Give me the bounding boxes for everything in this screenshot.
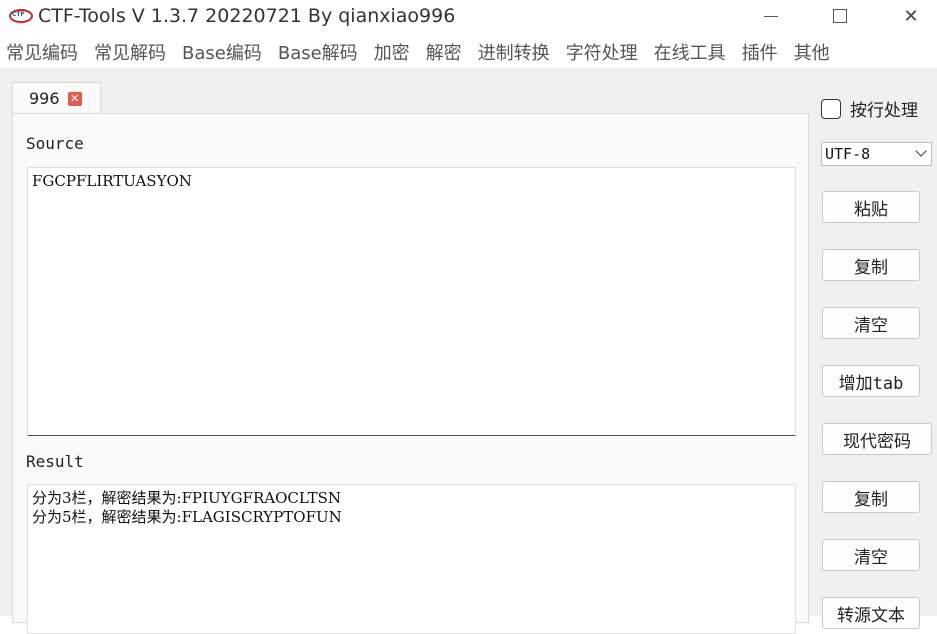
menu-string-process[interactable]: 字符处理 <box>566 39 638 65</box>
clear-source-button[interactable]: 清空 <box>822 307 920 339</box>
tab-label: 996 <box>29 89 60 108</box>
tab-panel: Source FGCPFLIRTUASYON Result 分为3栏，解密结果为… <box>12 113 809 634</box>
minimize-button[interactable] <box>748 0 794 32</box>
maximize-icon <box>833 9 847 23</box>
menu-online-tools[interactable]: 在线工具 <box>654 39 726 65</box>
result-textarea[interactable]: 分为3栏，解密结果为:FPIUYGFRAOCLTSN 分为5栏，解密结果为:FL… <box>27 484 796 634</box>
title-bar: CTF-Tools V 1.3.7 20220721 By qianxiao99… <box>0 0 937 34</box>
source-label: Source <box>26 134 84 153</box>
encoding-value: UTF-8 <box>825 145 871 163</box>
line-mode-option[interactable]: 按行处理 <box>821 96 918 121</box>
menu-base-encode[interactable]: Base编码 <box>182 39 262 65</box>
menu-encrypt[interactable]: 加密 <box>374 39 410 65</box>
action-sidebar: 按行处理 UTF-8 粘贴 复制 清空 增加tab 现代密码 复制 清空 转源文… <box>810 68 937 629</box>
menu-common-encode[interactable]: 常见编码 <box>6 39 78 65</box>
tab-996[interactable]: 996 ✕ <box>12 82 101 114</box>
window-title: CTF-Tools V 1.3.7 20220721 By qianxiao99… <box>38 5 456 27</box>
menu-radix-convert[interactable]: 进制转换 <box>478 39 550 65</box>
close-window-button[interactable]: ✕ <box>888 0 934 32</box>
maximize-button[interactable] <box>817 0 863 32</box>
copy-result-button[interactable]: 复制 <box>822 481 920 513</box>
paste-button[interactable]: 粘贴 <box>822 191 920 223</box>
minimize-icon <box>764 15 778 17</box>
menu-other[interactable]: 其他 <box>794 39 830 65</box>
main-content: 996 ✕ Source FGCPFLIRTUASYON Result 分为3栏… <box>0 68 937 634</box>
copy-source-button[interactable]: 复制 <box>822 249 920 281</box>
menu-common-decode[interactable]: 常见解码 <box>94 39 166 65</box>
menu-bar: 常见编码 常见解码 Base编码 Base解码 加密 解密 进制转换 字符处理 … <box>0 36 937 68</box>
clear-result-button[interactable]: 清空 <box>822 539 920 571</box>
tab-close-icon[interactable]: ✕ <box>67 91 82 106</box>
line-mode-checkbox[interactable] <box>821 98 841 119</box>
menu-decrypt[interactable]: 解密 <box>426 39 462 65</box>
app-logo-icon <box>9 9 33 23</box>
transfer-to-source-button[interactable]: 转源文本 <box>822 597 920 629</box>
encoding-select[interactable]: UTF-8 <box>821 142 932 166</box>
source-textarea[interactable]: FGCPFLIRTUASYON <box>27 167 796 436</box>
result-label: Result <box>26 452 84 471</box>
line-mode-label: 按行处理 <box>850 101 918 121</box>
add-tab-button[interactable]: 增加tab <box>822 365 920 397</box>
chevron-down-icon <box>915 145 927 157</box>
menu-base-decode[interactable]: Base解码 <box>278 39 358 65</box>
modern-cipher-button[interactable]: 现代密码 <box>822 423 932 455</box>
close-icon: ✕ <box>903 5 919 27</box>
menu-plugins[interactable]: 插件 <box>742 39 778 65</box>
